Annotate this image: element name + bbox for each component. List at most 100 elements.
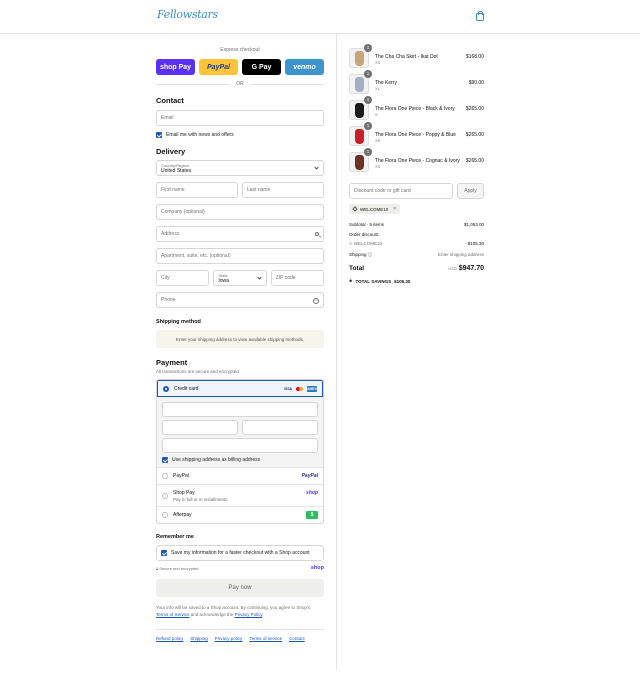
country-select[interactable]: Country/Region United States: [156, 160, 324, 176]
contact-link[interactable]: Contact: [289, 636, 305, 641]
shop-pay-option[interactable]: Shop Pay Pay in full or in installments …: [157, 484, 323, 506]
terms-link[interactable]: Terms of Service: [156, 612, 190, 617]
product-image: [355, 103, 364, 118]
help-icon[interactable]: ?: [313, 298, 319, 304]
email-input[interactable]: [161, 115, 319, 121]
zip-field[interactable]: [270, 270, 324, 286]
discount-code-label: ◇ WELCOME10: [349, 241, 382, 247]
applied-code: WELCOME10: [360, 206, 389, 212]
name-on-card-field[interactable]: [162, 438, 318, 453]
paypal-button[interactable]: PayPal: [199, 59, 238, 75]
chevron-down-icon: [257, 275, 262, 280]
mastercard-icon: [295, 386, 305, 392]
paypal-logo-icon: PayPal: [301, 473, 318, 479]
remember-checkbox-row[interactable]: Save my information for a faster checkou…: [161, 550, 310, 556]
paypal-option[interactable]: PayPal PayPal: [157, 467, 323, 484]
apartment-input[interactable]: [161, 253, 319, 259]
express-checkout-label: Express checkout: [220, 47, 260, 53]
afterpay-logo-icon: $: [306, 511, 318, 519]
phone-input[interactable]: [161, 297, 319, 303]
first-name-field[interactable]: [156, 182, 238, 198]
shop-logo-icon: shop: [306, 490, 318, 496]
afterpay-radio[interactable]: [162, 512, 168, 518]
city-field[interactable]: [156, 270, 210, 286]
billing-checkbox-row[interactable]: Use shipping address as billing address: [162, 457, 318, 463]
delivery-heading: Delivery: [156, 147, 186, 156]
list-item: 1 The Flora One Piece - Cognac & Ivory X…: [349, 148, 484, 174]
credit-card-label: Credit card: [174, 385, 199, 392]
address-field[interactable]: [156, 226, 324, 242]
tag-icon: ◇: [349, 241, 353, 246]
apartment-field[interactable]: [156, 248, 324, 264]
address-input[interactable]: [161, 231, 319, 237]
paypal-label: PayPal: [173, 473, 189, 479]
google-pay-button[interactable]: G Pay: [242, 59, 281, 75]
subtotal-value: $1,053.00: [463, 222, 484, 227]
last-name-input[interactable]: [247, 187, 319, 193]
discount-field[interactable]: [349, 183, 453, 199]
remember-box[interactable]: Save my information for a faster checkou…: [156, 545, 324, 561]
tag-icon: ◈: [349, 278, 353, 283]
news-checkbox[interactable]: [156, 132, 162, 138]
express-buttons: shop Pay PayPal G Pay venmo: [156, 59, 324, 75]
security-code-field[interactable]: [242, 420, 318, 435]
close-icon[interactable]: ×: [393, 206, 396, 212]
expiration-field[interactable]: [162, 420, 238, 435]
state-value: Iowa: [218, 277, 229, 284]
first-name-input[interactable]: [161, 187, 233, 193]
list-item: 1 The Cha Cha Skirt - Ikat Dot XS $168.0…: [349, 44, 484, 70]
phone-field[interactable]: ?: [156, 292, 324, 308]
credit-card-option[interactable]: Credit card VISA AMEX: [157, 380, 323, 397]
item-variant: XL: [375, 86, 380, 91]
help-icon[interactable]: ⓘ: [368, 252, 373, 257]
visa-icon: VISA: [283, 387, 293, 391]
last-name-field[interactable]: [242, 182, 324, 198]
column-divider: [336, 34, 337, 670]
shipping-link[interactable]: Shipping: [190, 636, 208, 641]
paypal-radio[interactable]: [162, 473, 168, 479]
email-field[interactable]: [156, 110, 324, 126]
company-field[interactable]: [156, 204, 324, 220]
state-select[interactable]: State Iowa: [213, 270, 267, 286]
brand-logo[interactable]: Fellowstars: [157, 8, 218, 21]
product-image: [355, 77, 364, 92]
shipping-row: Shipping ⓘ Enter shipping address: [349, 252, 484, 258]
total-amount: USD $947.70: [448, 265, 484, 272]
terms-of-service-link[interactable]: Terms of service: [249, 636, 282, 641]
product-image: [355, 51, 364, 66]
discount-input[interactable]: [354, 188, 448, 194]
privacy-link[interactable]: Privacy Policy: [235, 612, 263, 617]
shop-pay-button[interactable]: shop Pay: [156, 59, 195, 75]
search-icon: [315, 232, 319, 236]
order-discount-label: Order discount: [349, 232, 379, 237]
privacy-policy-link[interactable]: Privacy policy: [215, 636, 243, 641]
news-checkbox-row[interactable]: Email me with news and offers: [156, 132, 324, 138]
venmo-button[interactable]: venmo: [285, 59, 324, 75]
total-savings: ◈ TOTAL SAVINGS $105.30: [349, 278, 410, 284]
shipping-info-box: Enter your shipping address to view avai…: [156, 330, 324, 348]
card-number-field[interactable]: [162, 402, 318, 417]
afterpay-label: Afterpay: [173, 512, 192, 518]
shop-pay-radio[interactable]: [162, 492, 168, 499]
list-item: 1 The Kerry XL $90.00: [349, 70, 484, 96]
quantity-badge: 1: [364, 148, 372, 156]
secure-text: Secure and encrypted: [159, 565, 199, 571]
remember-checkbox[interactable]: [161, 550, 167, 556]
amex-icon: AMEX: [306, 386, 318, 392]
item-price: $265.00: [465, 158, 484, 164]
credit-card-radio[interactable]: [163, 385, 169, 392]
company-input[interactable]: [161, 209, 319, 215]
quantity-badge: 1: [364, 44, 372, 52]
quantity-badge: 1: [364, 96, 372, 104]
zip-input[interactable]: [275, 275, 319, 281]
order-items: 1 The Cha Cha Skirt - Ikat Dot XS $168.0…: [349, 44, 484, 178]
refund-policy-link[interactable]: Refund policy: [156, 636, 183, 641]
product-image: [355, 129, 364, 144]
shopping-bag-icon[interactable]: [476, 11, 484, 21]
legal-period: .: [262, 612, 264, 617]
city-input[interactable]: [161, 275, 205, 281]
afterpay-option[interactable]: Afterpay $: [157, 506, 323, 523]
pay-now-button[interactable]: Pay now: [156, 579, 324, 597]
billing-checkbox[interactable]: [162, 457, 168, 463]
apply-button[interactable]: Apply: [457, 183, 484, 199]
